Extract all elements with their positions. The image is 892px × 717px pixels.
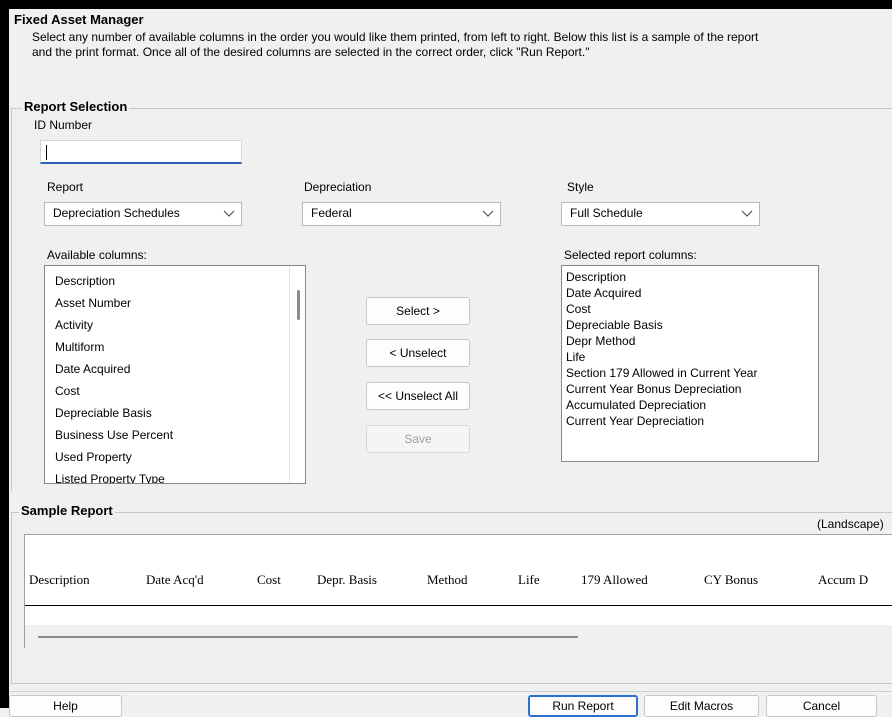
report-column-header: Cost (257, 572, 281, 587)
report-column-header: Description (29, 572, 90, 587)
report-column-header: Accum D (818, 572, 869, 587)
footer-separator (9, 691, 892, 692)
list-item[interactable]: Business Use Percent (55, 428, 173, 442)
style-dropdown-value: Full Schedule (570, 206, 643, 220)
unselect-button[interactable]: < Unselect (366, 339, 470, 367)
available-columns-label: Available columns: (47, 248, 147, 262)
chevron-down-icon (482, 210, 494, 217)
cancel-button[interactable]: Cancel (766, 695, 877, 717)
header-rule (25, 605, 892, 606)
list-item[interactable]: Depreciable Basis (566, 318, 663, 333)
list-item[interactable]: Date Acquired (566, 286, 641, 301)
report-column-header: Method (427, 572, 468, 587)
scrollbar-track[interactable] (289, 266, 290, 483)
list-item[interactable]: Accumulated Depreciation (566, 398, 706, 413)
available-columns-list[interactable]: Description Asset Number Activity Multif… (44, 265, 306, 484)
chevron-down-icon (223, 210, 235, 217)
list-item[interactable]: Depr Method (566, 334, 635, 349)
report-label: Report (47, 180, 84, 194)
report-column-header: Depr. Basis (317, 572, 377, 587)
depreciation-label: Depreciation (304, 180, 372, 194)
chevron-down-icon (741, 210, 753, 217)
dialog-title: Fixed Asset Manager (14, 12, 144, 27)
report-column-header: 179 Allowed (581, 572, 648, 587)
list-item[interactable]: Section 179 Allowed in Current Year (566, 366, 757, 381)
list-item[interactable]: Description (55, 274, 115, 288)
depreciation-dropdown-value: Federal (311, 206, 352, 220)
selected-columns-label: Selected report columns: (564, 248, 697, 262)
id-number-input[interactable] (40, 140, 242, 164)
scrollbar-thumb[interactable] (297, 290, 300, 320)
fixed-asset-manager-dialog: Fixed Asset Manager Select any number of… (9, 9, 892, 717)
list-item[interactable]: Current Year Depreciation (566, 414, 704, 429)
list-item[interactable]: Cost (55, 384, 80, 398)
report-dropdown-value: Depreciation Schedules (53, 206, 180, 220)
horizontal-scrollbar[interactable] (25, 625, 892, 648)
list-item[interactable]: Description (566, 270, 626, 285)
list-item[interactable]: Used Property (55, 450, 132, 464)
list-item[interactable]: Activity (55, 318, 93, 332)
id-number-label: ID Number (34, 118, 93, 132)
run-report-button[interactable]: Run Report (528, 695, 638, 717)
list-item[interactable]: Current Year Bonus Depreciation (566, 382, 741, 397)
list-item[interactable]: Cost (566, 302, 591, 317)
report-selection-label: Report Selection (22, 99, 130, 114)
save-button[interactable]: Save (366, 425, 470, 453)
window-frame-top (0, 0, 892, 9)
report-dropdown[interactable]: Depreciation Schedules (44, 202, 242, 226)
selected-columns-list[interactable]: Description Date Acquired Cost Depreciab… (561, 265, 819, 462)
list-item[interactable]: Multiform (55, 340, 104, 354)
orientation-label: (Landscape) (817, 517, 884, 531)
list-item[interactable]: Life (566, 350, 585, 365)
instructions-line-1: Select any number of available columns i… (32, 30, 759, 44)
list-item[interactable]: Asset Number (55, 296, 131, 310)
scrollbar-thumb[interactable] (38, 636, 578, 638)
style-label: Style (567, 180, 594, 194)
text-caret (46, 145, 47, 160)
report-column-header: CY Bonus (704, 572, 759, 587)
report-column-header: Life (518, 572, 540, 587)
edit-macros-button[interactable]: Edit Macros (644, 695, 759, 717)
report-column-header: Date Acq'd (146, 572, 204, 587)
instructions-line-2: and the print format. Once all of the de… (32, 45, 590, 59)
sample-report-label: Sample Report (19, 503, 115, 518)
style-dropdown[interactable]: Full Schedule (561, 202, 760, 226)
unselect-all-button[interactable]: << Unselect All (366, 382, 470, 410)
window-frame-left (0, 0, 9, 708)
select-button[interactable]: Select > (366, 297, 470, 325)
list-item[interactable]: Listed Property Type (55, 472, 165, 483)
help-button[interactable]: Help (9, 695, 122, 717)
depreciation-dropdown[interactable]: Federal (302, 202, 501, 226)
list-item[interactable]: Date Acquired (55, 362, 130, 376)
sample-report-preview: Description Date Acq'd Cost Depr. Basis … (24, 534, 892, 648)
list-item[interactable]: Depreciable Basis (55, 406, 152, 420)
